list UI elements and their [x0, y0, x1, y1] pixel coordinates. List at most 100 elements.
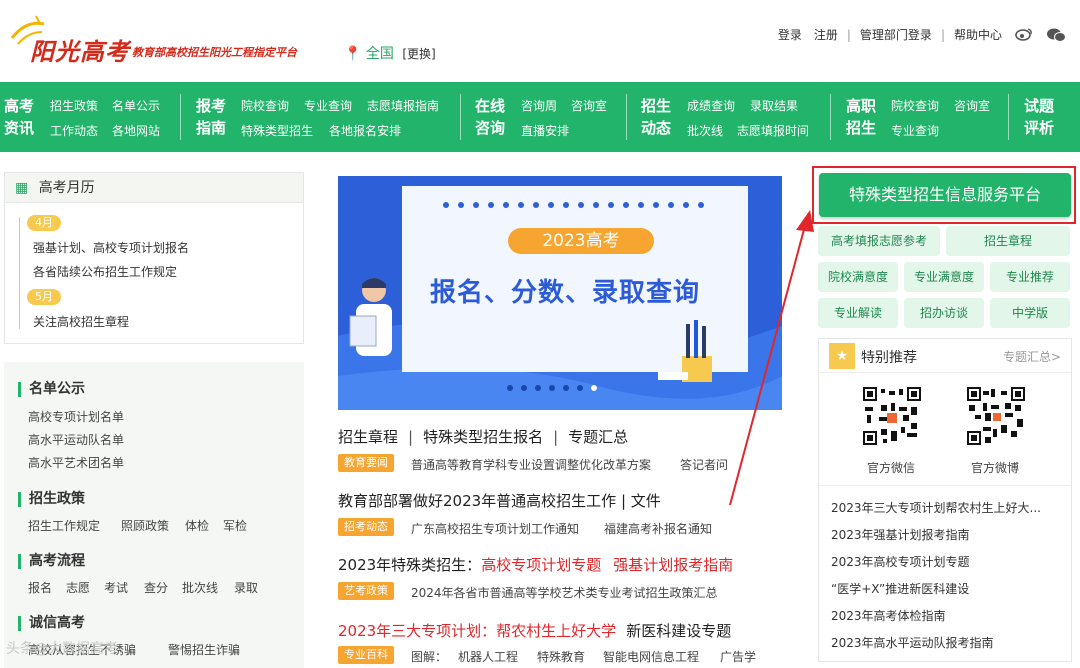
location-switch-link[interactable]: [更换]	[402, 47, 435, 61]
nav-link[interactable]: 各地报名安排	[329, 122, 401, 139]
quick-button[interactable]: 院校满意度	[818, 262, 898, 292]
nav-link[interactable]: 院校查询	[241, 97, 289, 114]
news-link[interactable]: 广告学	[720, 648, 756, 665]
news-row-2[interactable]: 教育部部署做好2023年普通高校招生工作 | 文件	[338, 490, 661, 511]
section-link[interactable]: 招生工作规定	[28, 517, 100, 534]
news-link[interactable]: 答记者问	[680, 456, 728, 473]
recommend-link[interactable]: 2023年高考体检指南	[831, 607, 946, 624]
wechat-qr-icon[interactable]	[863, 387, 921, 445]
weibo-qr-icon[interactable]	[967, 387, 1025, 445]
news-link[interactable]: 2024年各省市普通高等学校艺术类专业考试招生政策汇总	[411, 584, 718, 601]
nav-head[interactable]: 试题评析	[1024, 95, 1056, 139]
news-link[interactable]: 2023年三大专项计划：帮农村生上好大学	[338, 622, 616, 640]
recommend-link[interactable]: 2023年三大专项计划帮农村生上好大...	[831, 499, 1041, 516]
quick-button[interactable]: 招办访谈	[904, 298, 984, 328]
section-link[interactable]: 查分	[144, 579, 168, 596]
nav-head[interactable]: 招生动态	[641, 95, 673, 139]
news-link[interactable]: 高校专项计划专题	[481, 556, 601, 574]
news-link[interactable]: 普通高等教育学科专业设置调整优化改革方案	[411, 456, 651, 473]
section-link[interactable]: 考试	[104, 579, 128, 596]
location-selector[interactable]: 📍 全国 [更换]	[344, 43, 436, 63]
section-link[interactable]: 录取	[234, 579, 258, 596]
quick-button[interactable]: 专业满意度	[904, 262, 984, 292]
nav-link[interactable]: 专业查询	[304, 97, 352, 114]
recommend-link[interactable]: 2023年高校专项计划专题	[831, 553, 970, 570]
calendar-item[interactable]: 各省陆续公布招生工作规定	[33, 263, 177, 280]
board-rings	[443, 202, 704, 208]
nav-link[interactable]: 院校查询	[891, 97, 939, 114]
nav-link[interactable]: 名单公示	[112, 97, 160, 114]
news-link[interactable]: 招生章程	[338, 428, 398, 446]
nav-link[interactable]: 直播安排	[521, 122, 569, 139]
nav-link[interactable]: 咨询周	[521, 97, 557, 114]
news-link[interactable]: 专题汇总	[568, 428, 628, 446]
nav-link[interactable]: 各地网站	[112, 122, 160, 139]
nav-head[interactable]: 报考指南	[196, 95, 228, 139]
section-link[interactable]: 体检	[185, 517, 209, 534]
nav-link[interactable]: 咨询室	[571, 97, 607, 114]
news-link[interactable]: 强基计划报考指南	[613, 556, 733, 574]
section-link[interactable]: 批次线	[182, 579, 218, 596]
quick-button[interactable]: 专业推荐	[990, 262, 1070, 292]
nav-link[interactable]: 工作动态	[50, 122, 98, 139]
login-link[interactable]: 登录	[778, 26, 802, 43]
recommend-more-link[interactable]: 专题汇总>	[1003, 348, 1061, 365]
calendar-item[interactable]: 关注高校招生章程	[33, 313, 129, 330]
quick-button[interactable]: 专业解读	[818, 298, 898, 328]
register-link[interactable]: 注册	[814, 26, 838, 43]
nav-divider	[460, 94, 461, 140]
recommend-link[interactable]: 2023年强基计划报考指南	[831, 526, 970, 543]
nav-head[interactable]: 高考资讯	[4, 95, 36, 139]
nav-link[interactable]: 咨询室	[954, 97, 990, 114]
quick-button[interactable]: 高考填报志愿参考	[818, 226, 940, 256]
news-link[interactable]: 广东高校招生专项计划工作通知	[411, 520, 579, 537]
category-tag[interactable]: 艺考政策	[338, 582, 394, 600]
carousel-dots[interactable]	[506, 384, 606, 392]
news-link[interactable]: 新医科建设专题	[626, 622, 731, 640]
news-link[interactable]: 智能电网信息工程	[603, 648, 699, 665]
section-link[interactable]: 志愿	[66, 579, 90, 596]
section-title: 名单公示	[18, 382, 85, 397]
category-tag[interactable]: 专业百科	[338, 646, 394, 664]
site-logo[interactable]: 阳光高考 教育部高校招生阳光工程指定平台	[6, 14, 306, 70]
section-link[interactable]: 警惕招生诈骗	[168, 641, 240, 658]
news-link[interactable]: 机器人工程	[458, 648, 518, 665]
news-link[interactable]: 特殊类型招生报名	[423, 428, 543, 446]
hero-banner[interactable]: 2023高考 报名、分数、录取查询	[338, 176, 782, 410]
section-link[interactable]: 照顾政策	[121, 517, 169, 534]
section-link[interactable]: 高校专项计划名单	[28, 408, 124, 425]
nav-head[interactable]: 高职招生	[846, 95, 878, 139]
nav-link[interactable]: 专业查询	[891, 122, 939, 139]
nav-link[interactable]: 志愿填报指南	[367, 97, 439, 114]
section-link[interactable]: 高水平艺术团名单	[28, 454, 124, 471]
wechat-icon[interactable]	[1046, 27, 1066, 43]
section-link[interactable]: 高水平运动队名单	[28, 431, 124, 448]
help-center-link[interactable]: 帮助中心	[954, 26, 1002, 43]
quick-button[interactable]: 中学版	[990, 298, 1070, 328]
category-tag[interactable]: 教育要闻	[338, 454, 394, 472]
category-tag[interactable]: 招考动态	[338, 518, 394, 536]
nav-link[interactable]: 招生政策	[50, 97, 98, 114]
qr-label: 官方微博	[971, 461, 1020, 475]
quick-button[interactable]: 招生章程	[946, 226, 1070, 256]
timeline-line	[19, 217, 20, 329]
news-link[interactable]: 福建高考补报名通知	[604, 520, 712, 537]
section-link[interactable]: 军检	[223, 517, 247, 534]
nav-link[interactable]: 特殊类型招生	[241, 122, 313, 139]
news-link[interactable]: 特殊教育	[537, 648, 585, 665]
nav-link[interactable]: 录取结果	[750, 97, 798, 114]
special-admission-platform-button[interactable]: 特殊类型招生信息服务平台	[819, 173, 1071, 217]
watermark: 头条@大数据高考	[6, 641, 118, 657]
nav-link[interactable]: 批次线	[687, 122, 723, 139]
admin-login-link[interactable]: 管理部门登录	[860, 26, 932, 43]
recommend-link[interactable]: “医学+X”推进新医科建设	[831, 580, 969, 597]
recommend-link[interactable]: 2023年高水平运动队报考指南	[831, 634, 994, 651]
nav-link[interactable]: 志愿填报时间	[737, 122, 809, 139]
calendar-item[interactable]: 强基计划、高校专项计划报名	[33, 239, 189, 256]
nav-head[interactable]: 在线咨询	[475, 95, 507, 139]
nav-link[interactable]: 成绩查询	[687, 97, 735, 114]
site-header: 阳光高考 教育部高校招生阳光工程指定平台 📍 全国 [更换] 登录 注册 | 管…	[0, 0, 1080, 82]
weibo-icon[interactable]	[1014, 27, 1034, 43]
news-row-3: 2023年特殊类招生：高校专项计划专题 强基计划报考指南	[338, 554, 733, 575]
section-link[interactable]: 报名	[28, 579, 52, 596]
